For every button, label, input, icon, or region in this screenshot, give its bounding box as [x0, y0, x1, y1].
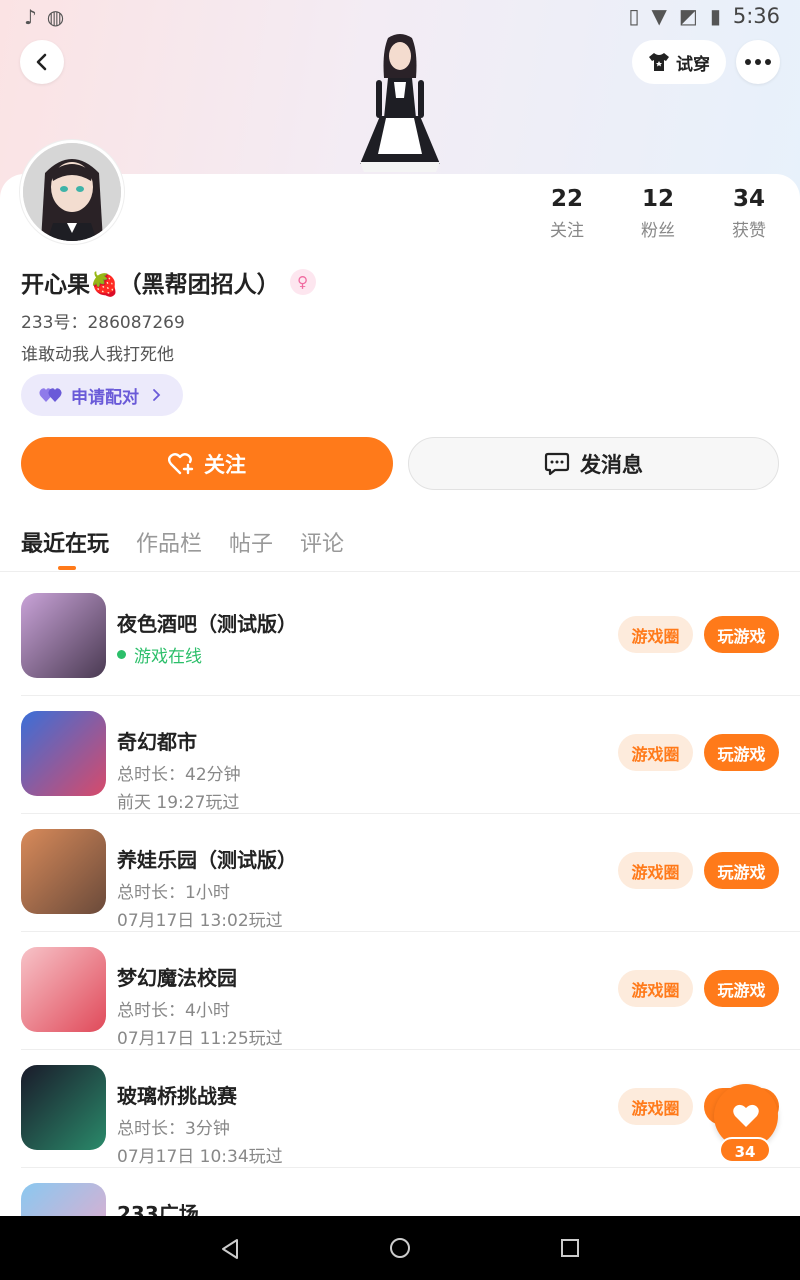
follow-label: 关注	[204, 452, 246, 477]
game-icon-image	[21, 829, 106, 914]
more-dots-icon	[745, 59, 771, 65]
wifi-icon: ▼	[651, 4, 667, 28]
game-title: 奇幻都市	[117, 730, 197, 754]
following-stat[interactable]: 22 关注	[527, 186, 607, 241]
play-game-button[interactable]: 玩游戏	[704, 616, 779, 653]
avatar-3d-figure[interactable]	[350, 32, 450, 174]
following-label: 关注	[550, 221, 584, 241]
following-count: 22	[550, 186, 583, 212]
status-time: 5:36	[732, 4, 780, 28]
avatar-portrait-image	[23, 143, 121, 241]
game-last-played: 07月17日 11:25玩过	[117, 1029, 283, 1049]
game-circle-button[interactable]: 游戏圈	[618, 616, 693, 653]
tab-works[interactable]: 作品栏	[136, 526, 202, 558]
tab-posts[interactable]: 帖子	[229, 526, 273, 558]
status-left-icons: ♪ ◍	[24, 5, 64, 29]
heart-icon	[733, 1104, 759, 1127]
game-last-played: 07月17日 10:34玩过	[117, 1147, 283, 1167]
game-title: 玻璃桥挑战赛	[117, 1084, 237, 1108]
apply-pair-button[interactable]: 申请配对	[21, 374, 183, 416]
recently-played-list: 夜色酒吧（测试版） 游戏在线 游戏圈 玩游戏 奇幻都市 总时长：42分钟 前天 …	[0, 578, 800, 1280]
play-game-button[interactable]: 玩游戏	[704, 970, 779, 1007]
likes-stat[interactable]: 34 获赞	[709, 186, 789, 241]
game-row[interactable]: 梦幻魔法校园 总时长：4小时 07月17日 11:25玩过 游戏圈 玩游戏	[0, 932, 800, 1050]
profile-avatar[interactable]	[20, 140, 124, 244]
game-row[interactable]: 夜色酒吧（测试版） 游戏在线 游戏圈 玩游戏	[0, 578, 800, 696]
nav-back-icon[interactable]	[220, 1238, 240, 1260]
apply-pair-label: 申请配对	[71, 387, 139, 408]
online-status-label: 游戏在线	[134, 647, 202, 667]
status-bar: ♪ ◍ ▯ ▼ ◩ ▮ 5:36	[0, 0, 800, 34]
more-button[interactable]	[736, 40, 780, 84]
nav-home-icon[interactable]	[389, 1237, 411, 1259]
back-button[interactable]	[20, 40, 64, 84]
chevron-right-icon	[153, 389, 161, 401]
active-tab-indicator	[58, 566, 76, 570]
profile-bio: 谁敢动我人我打死他	[21, 345, 174, 365]
tshirt-icon	[649, 53, 669, 71]
double-heart-icon	[39, 388, 62, 402]
game-icon-image	[21, 593, 106, 678]
game-last-played: 07月17日 13:02玩过	[117, 911, 283, 931]
heart-plus-icon	[168, 452, 194, 474]
follow-button[interactable]: 关注	[21, 437, 393, 490]
profile-uid: 233号：286087269	[21, 313, 185, 333]
game-row[interactable]: 玻璃桥挑战赛 总时长：3分钟 07月17日 10:34玩过 游戏圈 玩游戏	[0, 1050, 800, 1168]
game-title: 梦幻魔法校园	[117, 966, 237, 990]
send-message-label: 发消息	[580, 452, 643, 477]
tiktok-icon: ♪	[24, 5, 37, 29]
game-title: 养娃乐园（测试版）	[117, 848, 297, 872]
play-game-button[interactable]: 玩游戏	[704, 852, 779, 889]
no-sim-icon: ◩	[678, 4, 698, 28]
game-playtime: 总时长：1小时	[117, 883, 230, 903]
fans-stat[interactable]: 12 粉丝	[618, 186, 698, 241]
nav-recents-icon[interactable]	[561, 1239, 579, 1257]
tab-comments[interactable]: 评论	[300, 526, 344, 558]
system-navigation-bar	[0, 1216, 800, 1280]
game-icon-image	[21, 1065, 106, 1150]
game-title: 夜色酒吧（测试版）	[117, 612, 297, 636]
fans-count: 12	[641, 186, 674, 212]
tab-recently-played[interactable]: 最近在玩	[21, 526, 109, 558]
likes-count: 34	[732, 186, 765, 212]
game-playtime: 总时长：3分钟	[117, 1119, 230, 1139]
game-circle-button[interactable]: 游戏圈	[618, 852, 693, 889]
tabs-divider	[0, 571, 800, 572]
profile-nickname: 开心果🍓（黑帮团招人）	[21, 272, 280, 298]
wechat-icon: ◍	[46, 5, 65, 29]
game-circle-button[interactable]: 游戏圈	[618, 1088, 693, 1125]
likes-label: 获赞	[732, 221, 766, 241]
try-on-button[interactable]: 试穿	[632, 40, 726, 84]
online-dot-icon	[117, 650, 126, 659]
female-gender-icon: ♀	[289, 269, 316, 295]
game-circle-button[interactable]: 游戏圈	[618, 734, 693, 771]
chat-bubble-icon	[544, 452, 570, 475]
game-online-status: 游戏在线	[117, 642, 202, 667]
game-icon-image	[21, 947, 106, 1032]
game-playtime: 总时长：42分钟	[117, 765, 241, 785]
game-playtime: 总时长：4小时	[117, 1001, 230, 1021]
play-game-button[interactable]: 玩游戏	[704, 734, 779, 771]
game-circle-button[interactable]: 游戏圈	[618, 970, 693, 1007]
back-arrow-icon	[36, 53, 47, 71]
status-right-icons: ▯ ▼ ◩ ▮ 5:36	[629, 4, 781, 28]
game-last-played: 前天 19:27玩过	[117, 793, 240, 813]
game-row[interactable]: 奇幻都市 总时长：42分钟 前天 19:27玩过 游戏圈 玩游戏	[0, 696, 800, 814]
profile-tabs: 最近在玩 作品栏 帖子 评论	[21, 526, 344, 570]
game-row[interactable]: 养娃乐园（测试版） 总时长：1小时 07月17日 13:02玩过 游戏圈 玩游戏	[0, 814, 800, 932]
try-on-label: 试穿	[676, 54, 710, 75]
battery-icon: ▮	[709, 4, 721, 28]
game-icon-image	[21, 711, 106, 796]
send-message-button[interactable]: 发消息	[408, 437, 779, 490]
fans-label: 粉丝	[641, 221, 675, 241]
profile-nickname-row: 开心果🍓（黑帮团招人） ♀	[21, 265, 316, 299]
like-count-badge: 34	[719, 1137, 771, 1163]
vibrate-icon: ▯	[628, 4, 640, 28]
